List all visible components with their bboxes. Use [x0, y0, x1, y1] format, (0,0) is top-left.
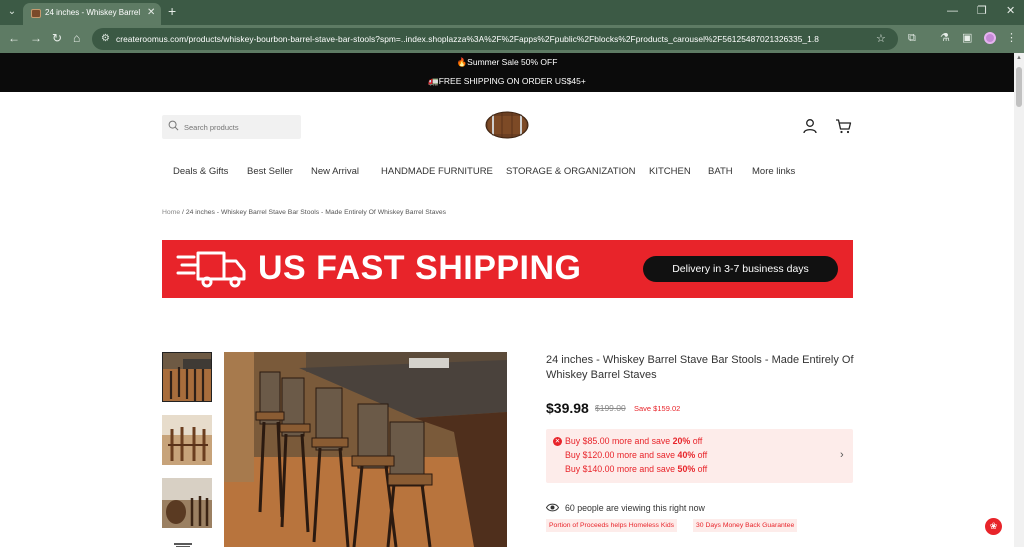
- new-tab-icon[interactable]: +: [168, 3, 176, 19]
- address-bar[interactable]: ⚙ createroomus.com/products/whiskey-bour…: [92, 28, 898, 50]
- discount-icon: ✕: [553, 437, 562, 446]
- product-thumbnail-3[interactable]: [162, 478, 212, 528]
- side-panel-icon[interactable]: ▣: [962, 32, 972, 44]
- window-close-icon[interactable]: ✕: [1006, 5, 1015, 17]
- browser-tab-bar: ⌄ 24 inches - Whiskey Barrel Stav ✕ + — …: [0, 0, 1024, 25]
- tab-title: 24 inches - Whiskey Barrel Stav: [45, 8, 141, 17]
- search-box[interactable]: [162, 115, 301, 139]
- offer-line: Buy $140.00 more and save 50% off: [565, 464, 708, 474]
- chevron-right-icon[interactable]: ›: [840, 449, 844, 461]
- bookmark-star-icon[interactable]: ☆: [876, 32, 886, 45]
- product-price: $39.98: [546, 400, 589, 416]
- page-scrollbar[interactable]: ▲: [1014, 53, 1024, 547]
- labs-icon[interactable]: ⚗: [940, 32, 950, 44]
- nav-new-arrival[interactable]: New Arrival: [311, 166, 359, 177]
- eye-icon: [546, 503, 559, 512]
- search-input[interactable]: [184, 118, 294, 136]
- save-amount: Save $159.02: [634, 404, 681, 413]
- scroll-up-arrow-icon[interactable]: ▲: [1016, 55, 1022, 61]
- minimize-icon[interactable]: —: [947, 5, 958, 17]
- delivery-pill: Delivery in 3-7 business days: [643, 256, 838, 282]
- profile-avatar[interactable]: [984, 32, 996, 44]
- nav-storage-organization[interactable]: STORAGE & ORGANIZATION: [506, 166, 636, 177]
- home-icon[interactable]: ⌂: [73, 31, 80, 45]
- browser-tab[interactable]: 24 inches - Whiskey Barrel Stav ✕: [23, 3, 161, 25]
- barrel-logo[interactable]: [484, 110, 530, 140]
- site-info-icon[interactable]: ⚙: [101, 33, 110, 44]
- restore-icon[interactable]: ❐: [977, 5, 987, 17]
- back-icon[interactable]: ←: [8, 31, 20, 45]
- breadcrumb-current: 24 inches - Whiskey Barrel Stave Bar Sto…: [185, 209, 447, 216]
- banner-title: US FAST SHIPPING: [258, 249, 582, 287]
- menu-kebab-icon[interactable]: ⋮: [1006, 32, 1017, 44]
- product-thumbnail-1[interactable]: [162, 352, 212, 402]
- nav-bath[interactable]: BATH: [708, 166, 733, 177]
- tab-close-icon[interactable]: ✕: [147, 7, 155, 19]
- reload-icon[interactable]: ↻: [52, 31, 62, 45]
- viewing-count: 60 people are viewing this right now: [565, 503, 705, 513]
- favicon-icon: [31, 9, 41, 18]
- nav-more-links[interactable]: More links: [752, 166, 795, 177]
- truck-icon: [176, 251, 246, 288]
- tab-search-icon[interactable]: ⌄: [4, 4, 20, 20]
- breadcrumb-home[interactable]: Home: [162, 209, 180, 216]
- nav-handmade-furniture[interactable]: HANDMADE FURNITURE: [381, 166, 493, 177]
- shipping-banner[interactable]: US FAST SHIPPING Delivery in 3-7 busines…: [162, 240, 853, 298]
- promo-sale-text: 🔥Summer Sale 50% OFF: [456, 57, 558, 67]
- forward-icon[interactable]: →: [30, 31, 42, 45]
- nav-deals-gifts[interactable]: Deals & Gifts: [173, 166, 228, 177]
- scroll-thumb[interactable]: [1016, 67, 1022, 107]
- product-thumbnail-4[interactable]: [162, 538, 212, 547]
- product-title: 24 inches - Whiskey Barrel Stave Bar Sto…: [546, 354, 854, 381]
- main-product-image[interactable]: [224, 352, 507, 547]
- compare-price: $199.00: [595, 403, 626, 413]
- breadcrumb: Home / 24 inches - Whiskey Barrel Stave …: [162, 209, 446, 216]
- product-thumbnail-2[interactable]: [162, 415, 212, 465]
- promo-bar: 🔥Summer Sale 50% OFF 🚛FREE SHIPPING ON O…: [0, 53, 1014, 92]
- breadcrumb-separator: /: [182, 209, 184, 216]
- nav-best-seller[interactable]: Best Seller: [247, 166, 293, 177]
- promo-shipping-text: 🚛FREE SHIPPING ON ORDER US$45+: [428, 76, 586, 86]
- offer-line: Buy $120.00 more and save 40% off: [565, 450, 708, 460]
- url-text[interactable]: createroomus.com/products/whiskey-bourbo…: [116, 34, 876, 44]
- search-icon: [168, 120, 179, 131]
- tag-homeless-kids: Portion of Proceeds helps Homeless Kids: [546, 519, 678, 532]
- nav-kitchen[interactable]: KITCHEN: [649, 166, 691, 177]
- browser-toolbar: ← → ↻ ⌂ ⚙ createroomus.com/products/whis…: [0, 25, 1024, 53]
- user-icon[interactable]: [802, 118, 818, 134]
- cart-icon[interactable]: [835, 118, 852, 134]
- volume-discount-box[interactable]: ✕ Buy $85.00 more and save 20% off Buy $…: [546, 429, 853, 483]
- floating-gift-button[interactable]: ❀: [985, 518, 1002, 535]
- extensions-icon[interactable]: ⧉: [908, 32, 916, 44]
- offer-line: Buy $85.00 more and save 20% off: [565, 436, 703, 446]
- tag-money-back: 30 Days Money Back Guarantee: [693, 519, 798, 532]
